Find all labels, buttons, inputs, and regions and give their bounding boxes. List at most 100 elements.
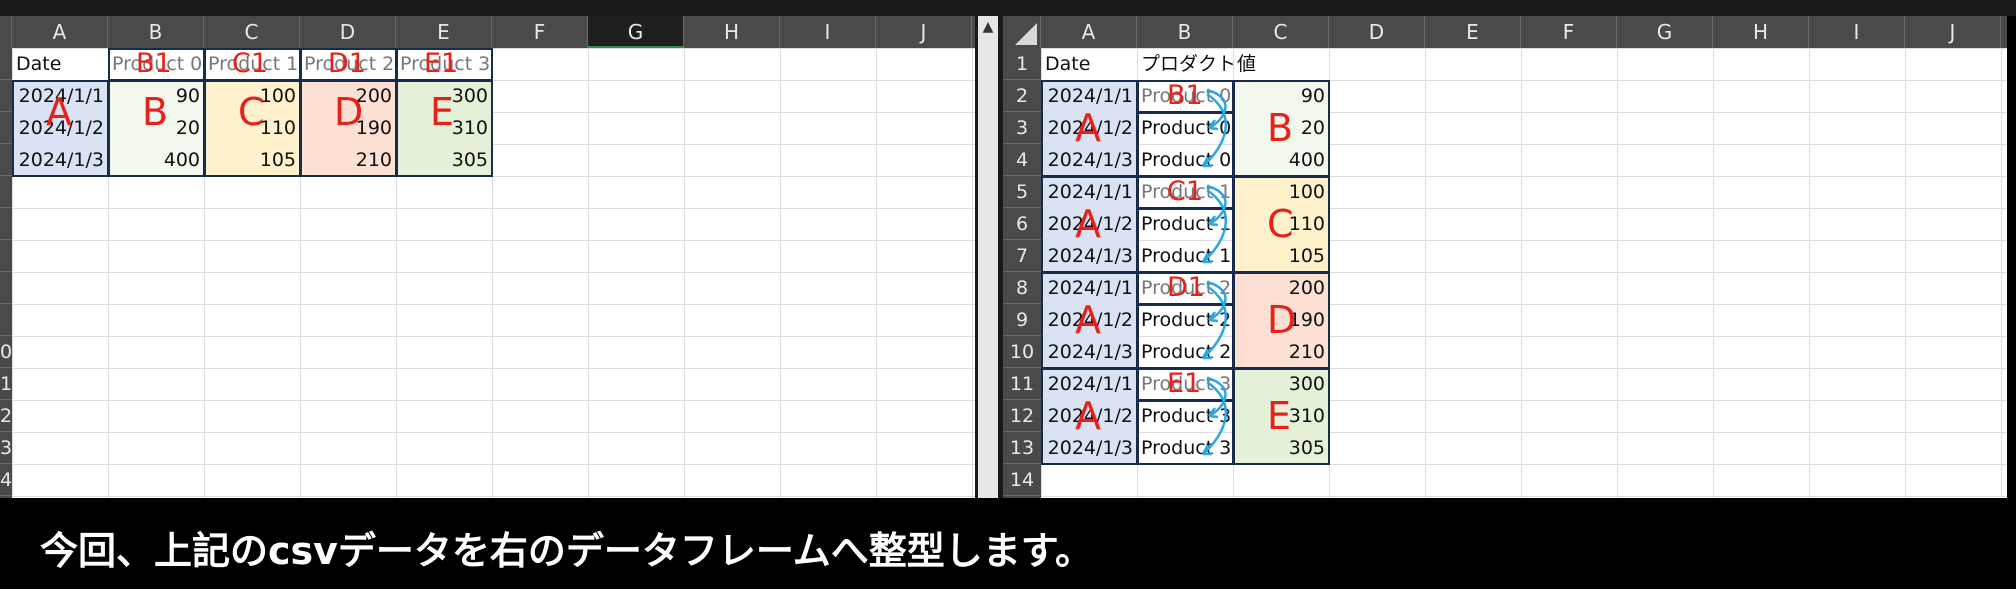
right-data-cell[interactable]: 105	[1233, 240, 1329, 272]
left-header-cell[interactable]: Product 3	[396, 48, 492, 80]
left-column-header-a[interactable]: A	[12, 16, 108, 48]
right-row-header[interactable]: 5	[1003, 176, 1041, 208]
right-data-cell[interactable]: Product 2	[1137, 336, 1233, 368]
left-row-header[interactable]	[0, 208, 12, 240]
left-data-cell[interactable]: 20	[108, 112, 204, 144]
right-data-cell[interactable]: 2024/1/2	[1041, 112, 1137, 144]
left-header-cell[interactable]: Product 2	[300, 48, 396, 80]
left-header-cell[interactable]: Date	[12, 48, 108, 80]
right-data-cell[interactable]: Product 0	[1137, 144, 1233, 176]
right-header-cell[interactable]: プロダクト	[1137, 48, 1236, 80]
right-row-header[interactable]: 9	[1003, 304, 1041, 336]
right-row-header[interactable]: 14	[1003, 464, 1041, 496]
right-column-header-f[interactable]: F	[1521, 16, 1617, 48]
left-row-header[interactable]	[0, 112, 12, 144]
right-data-cell[interactable]: Product 1	[1137, 240, 1233, 272]
right-row-header[interactable]: 12	[1003, 400, 1041, 432]
left-column-header-h[interactable]: H	[684, 16, 780, 48]
right-data-cell[interactable]: 2024/1/2	[1041, 400, 1137, 432]
right-row-header[interactable]: 7	[1003, 240, 1041, 272]
right-column-header-i[interactable]: I	[1809, 16, 1905, 48]
right-header-cell[interactable]: Date	[1041, 48, 1137, 80]
right-header-cell[interactable]: 値	[1233, 48, 1329, 80]
right-data-cell[interactable]: 2024/1/2	[1041, 208, 1137, 240]
left-data-cell[interactable]: 190	[300, 112, 396, 144]
right-row-header[interactable]: 1	[1003, 48, 1041, 80]
right-data-cell[interactable]: Product 3	[1137, 368, 1233, 400]
right-data-cell[interactable]: 210	[1233, 336, 1329, 368]
left-row-header[interactable]: 4	[0, 464, 12, 496]
left-data-cell[interactable]: 310	[396, 112, 492, 144]
right-data-cell[interactable]: 2024/1/3	[1041, 336, 1137, 368]
left-row-header[interactable]: 0	[0, 336, 12, 368]
left-data-cell[interactable]: 300	[396, 80, 492, 112]
right-data-cell[interactable]: 2024/1/3	[1041, 144, 1137, 176]
right-data-cell[interactable]: Product 3	[1137, 432, 1233, 464]
left-data-cell[interactable]: 2024/1/3	[12, 144, 108, 176]
right-data-cell[interactable]: 20	[1233, 112, 1329, 144]
right-column-header-b[interactable]: B	[1137, 16, 1233, 48]
right-data-cell[interactable]: 200	[1233, 272, 1329, 304]
right-column-header-a[interactable]: A	[1041, 16, 1137, 48]
left-row-header[interactable]	[0, 304, 12, 336]
right-data-cell[interactable]: 400	[1233, 144, 1329, 176]
right-data-cell[interactable]: Product 3	[1137, 400, 1233, 432]
left-data-cell[interactable]: 105	[204, 144, 300, 176]
right-data-cell[interactable]: Product 2	[1137, 304, 1233, 336]
left-data-cell[interactable]: 400	[108, 144, 204, 176]
right-column-header-c[interactable]: C	[1233, 16, 1329, 48]
right-data-cell[interactable]: 2024/1/1	[1041, 272, 1137, 304]
left-column-header-f[interactable]: F	[492, 16, 588, 48]
right-data-cell[interactable]: 305	[1233, 432, 1329, 464]
right-row-header[interactable]: 6	[1003, 208, 1041, 240]
left-column-header-c[interactable]: C	[204, 16, 300, 48]
right-select-all-corner[interactable]	[1003, 16, 1041, 48]
left-data-cell[interactable]: 2024/1/2	[12, 112, 108, 144]
right-data-cell[interactable]: 2024/1/3	[1041, 240, 1137, 272]
right-data-cell[interactable]: 2024/1/2	[1041, 304, 1137, 336]
right-data-cell[interactable]: 190	[1233, 304, 1329, 336]
right-column-header-j[interactable]: J	[1905, 16, 2001, 48]
right-data-cell[interactable]: Product 0	[1137, 80, 1233, 112]
left-column-header-d[interactable]: D	[300, 16, 396, 48]
left-column-header-b[interactable]: B	[108, 16, 204, 48]
right-column-header-e[interactable]: E	[1425, 16, 1521, 48]
triangle-up-icon[interactable]: ▲	[978, 16, 998, 38]
left-row-header[interactable]	[0, 144, 12, 176]
left-column-header-i[interactable]: I	[780, 16, 876, 48]
right-row-header[interactable]: 8	[1003, 272, 1041, 304]
left-data-cell[interactable]: 305	[396, 144, 492, 176]
right-data-cell[interactable]: 310	[1233, 400, 1329, 432]
right-row-header[interactable]: 11	[1003, 368, 1041, 400]
left-row-header[interactable]	[0, 240, 12, 272]
left-sheet-pane[interactable]: A B C D E F G H I J 0 1 2 3 4 Date Product 0 Product 1 Pro…	[0, 16, 975, 498]
left-header-cell[interactable]: Product 1	[204, 48, 300, 80]
left-row-header[interactable]	[0, 48, 12, 80]
left-row-header[interactable]: 3	[0, 432, 12, 464]
left-row-header[interactable]	[0, 80, 12, 112]
right-data-cell[interactable]: Product 1	[1137, 176, 1233, 208]
left-data-cell[interactable]: 210	[300, 144, 396, 176]
right-data-cell[interactable]: 2024/1/1	[1041, 368, 1137, 400]
right-row-header[interactable]: 3	[1003, 112, 1041, 144]
right-column-header-d[interactable]: D	[1329, 16, 1425, 48]
left-data-cell[interactable]: 100	[204, 80, 300, 112]
right-row-header[interactable]: 4	[1003, 144, 1041, 176]
right-data-cell[interactable]: 2024/1/1	[1041, 80, 1137, 112]
left-data-cell[interactable]: 110	[204, 112, 300, 144]
left-row-header[interactable]	[0, 272, 12, 304]
right-row-header[interactable]: 2	[1003, 80, 1041, 112]
left-row-header[interactable]: 2	[0, 400, 12, 432]
left-header-cell[interactable]: Product 0	[108, 48, 204, 80]
right-column-header-h[interactable]: H	[1713, 16, 1809, 48]
right-row-header[interactable]: 10	[1003, 336, 1041, 368]
left-row-header[interactable]	[0, 176, 12, 208]
right-data-cell[interactable]: 2024/1/1	[1041, 176, 1137, 208]
left-column-header-e[interactable]: E	[396, 16, 492, 48]
right-data-cell[interactable]: Product 2	[1137, 272, 1233, 304]
right-data-cell[interactable]: 300	[1233, 368, 1329, 400]
right-sheet-pane[interactable]: A B C D E F G H I J 1 2 3 4 5 6 7 8 9 10 11 12 13 14 Date プロダクト値 2…	[1003, 16, 2007, 498]
right-data-cell[interactable]: 110	[1233, 208, 1329, 240]
left-data-cell[interactable]: 90	[108, 80, 204, 112]
right-data-cell[interactable]: 90	[1233, 80, 1329, 112]
